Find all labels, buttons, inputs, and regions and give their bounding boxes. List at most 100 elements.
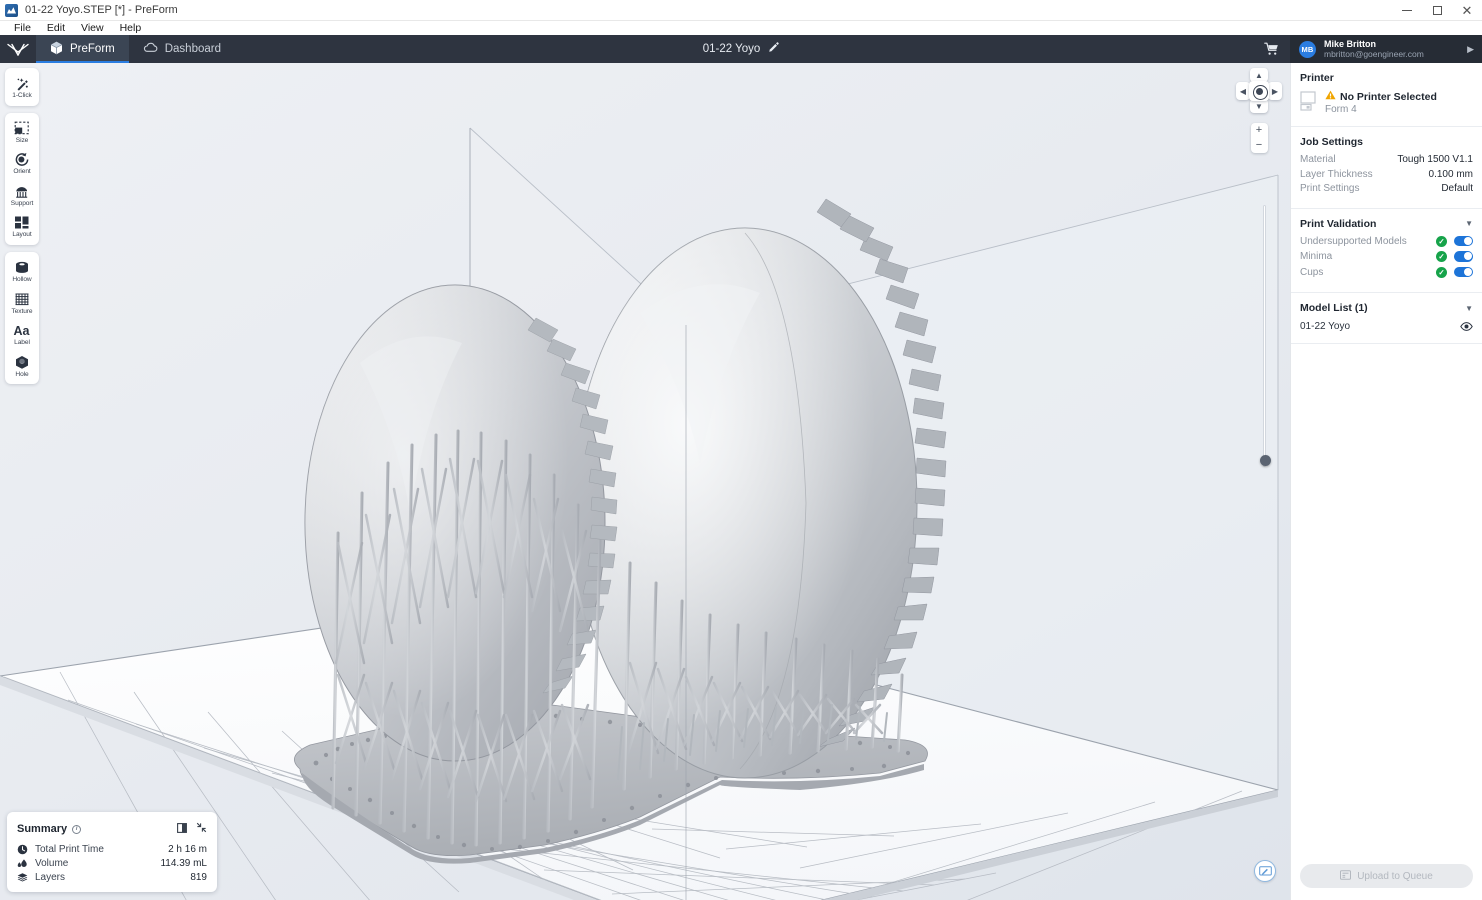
shopping-cart-icon[interactable]	[1252, 42, 1290, 56]
tool-orient-label: Orient	[13, 168, 31, 176]
job-setting-layer-thickness-key: Layer Thickness	[1300, 168, 1373, 180]
summary-value-volume: 114.39 mL	[160, 858, 207, 869]
printer-icon	[1300, 90, 1318, 116]
tool-orient[interactable]: Orient	[5, 147, 39, 179]
validation-minima-label: Minima	[1300, 251, 1333, 262]
document-title: 01-22 Yoyo	[702, 43, 761, 55]
tab-preform-label: PreForm	[70, 43, 115, 55]
build-scene	[0, 127, 1279, 900]
zoom-slider-handle[interactable]	[1259, 455, 1271, 466]
menu-bar: File Edit View Help	[0, 21, 1482, 35]
tool-hole[interactable]: Hole	[5, 350, 39, 382]
arrow-up-icon[interactable]: ▲	[1250, 68, 1268, 82]
job-settings-section: Job Settings Material Tough 1500 V1.1 La…	[1291, 127, 1482, 209]
printer-row[interactable]: No Printer Selected Form 4	[1300, 90, 1473, 116]
tool-group-2: Size Orient Support Layout	[5, 112, 39, 245]
layers-icon	[17, 872, 28, 883]
texture-mesh-icon	[14, 291, 30, 308]
tool-label[interactable]: Aa Label	[5, 318, 39, 350]
top-navigation-bar: PreForm Dashboard 01-22 Yoyo MB Mike Bri…	[0, 35, 1482, 63]
tool-texture-label: Texture	[11, 307, 33, 315]
tool-layout[interactable]: Layout	[5, 210, 39, 242]
orient-rotate-icon	[14, 151, 30, 168]
menu-file[interactable]: File	[6, 21, 39, 35]
collapse-icon[interactable]	[196, 820, 207, 838]
summary-row-print-time: Total Print Time 2 h 16 m	[17, 844, 207, 855]
zoom-in-button[interactable]: +	[1251, 123, 1268, 138]
tool-texture[interactable]: Texture	[5, 287, 39, 319]
support-structure-icon	[14, 183, 30, 200]
list-item[interactable]: 01-22 Yoyo	[1300, 320, 1473, 333]
minimize-button[interactable]	[1392, 0, 1422, 21]
tool-hole-label: Hole	[15, 370, 29, 378]
tool-group-3: Hollow Texture Aa Label Hole	[5, 251, 39, 385]
screenshot-icon[interactable]	[1254, 860, 1276, 882]
job-settings-heading: Job Settings	[1300, 136, 1364, 148]
formlabs-logo[interactable]	[0, 35, 36, 63]
tool-one-click[interactable]: 1-Click	[5, 71, 39, 103]
tool-hollow[interactable]: Hollow	[5, 255, 39, 287]
summary-label-print-time: Total Print Time	[35, 844, 104, 855]
window-controls: ✕	[1392, 0, 1482, 21]
job-setting-material-key: Material	[1300, 154, 1336, 165]
job-setting-print-settings-key: Print Settings	[1300, 183, 1360, 194]
summary-row-volume: Volume 114.39 mL	[17, 858, 207, 869]
resize-icon	[14, 120, 30, 137]
label-text-icon: Aa	[13, 322, 31, 339]
toggle-undersupported-models[interactable]	[1454, 235, 1473, 247]
arrow-down-icon[interactable]: ▼	[1250, 99, 1268, 113]
print-validation-title: Print Validation	[1300, 217, 1377, 230]
job-setting-material-value: Tough 1500 V1.1	[1397, 154, 1473, 165]
close-button[interactable]: ✕	[1452, 0, 1482, 21]
info-icon[interactable]: i	[72, 824, 82, 834]
summary-header: Summary i	[17, 820, 207, 838]
menu-edit[interactable]: Edit	[39, 21, 73, 35]
validation-minima: Minima ✓	[1300, 251, 1473, 262]
eye-icon[interactable]	[1460, 322, 1473, 331]
tool-support-label: Support	[10, 199, 34, 207]
tool-hollow-label: Hollow	[12, 275, 32, 283]
summary-panel: Summary i Total Print Time 2 h 16 m Volu…	[7, 812, 217, 892]
pencil-icon[interactable]	[768, 40, 779, 58]
zoom-out-button[interactable]: −	[1251, 138, 1268, 153]
job-setting-layer-thickness[interactable]: Layer Thickness 0.100 mm	[1300, 169, 1473, 180]
menu-help[interactable]: Help	[112, 21, 150, 35]
print-validation-heading: Print Validation ▼	[1300, 218, 1473, 230]
tool-support[interactable]: Support	[5, 179, 39, 211]
job-setting-material[interactable]: Material Tough 1500 V1.1	[1300, 154, 1473, 165]
validation-undersupported-models: Undersupported Models ✓	[1300, 235, 1473, 247]
printer-status: No Printer Selected	[1340, 90, 1437, 103]
tool-layout-label: Layout	[12, 231, 32, 239]
check-circle-icon: ✓	[1436, 251, 1447, 262]
tab-dashboard-label: Dashboard	[164, 43, 221, 55]
chevron-down-icon[interactable]: ▼	[1465, 219, 1473, 228]
zoom-slider-track[interactable]	[1263, 205, 1266, 467]
toggle-minima[interactable]	[1454, 251, 1473, 262]
tab-dashboard[interactable]: Dashboard	[129, 35, 235, 63]
model-list-title: Model List (1)	[1300, 302, 1368, 314]
validation-undersupported-models-label: Undersupported Models	[1300, 235, 1407, 247]
menu-view[interactable]: View	[73, 21, 112, 35]
split-view-icon[interactable]	[177, 820, 187, 838]
tab-preform[interactable]: PreForm	[36, 35, 129, 63]
upload-to-queue-button[interactable]: Upload to Queue	[1300, 864, 1473, 888]
maximize-button[interactable]	[1422, 0, 1452, 21]
toggle-cups[interactable]	[1454, 266, 1473, 278]
summary-label-layers: Layers	[35, 872, 66, 883]
warning-triangle-icon	[1325, 90, 1336, 103]
summary-title: Summary	[17, 823, 68, 835]
job-setting-print-settings[interactable]: Print Settings Default	[1300, 183, 1473, 194]
summary-row-layers: Layers 819	[17, 872, 207, 883]
model-list-item-name: 01-22 Yoyo	[1300, 321, 1351, 332]
3d-viewport[interactable]: 1-Click Size Orient Support Layout Hollo…	[0, 63, 1290, 900]
tool-size[interactable]: Size	[5, 116, 39, 148]
arrow-right-icon[interactable]: ▶	[1268, 82, 1282, 100]
cloud-icon	[143, 42, 158, 56]
magic-wand-icon	[14, 75, 30, 92]
upload-to-queue-label: Upload to Queue	[1357, 870, 1433, 882]
arrow-left-icon[interactable]: ◀	[1236, 82, 1250, 100]
center-view-icon[interactable]	[1249, 81, 1269, 101]
chevron-down-icon[interactable]: ▼	[1465, 304, 1473, 313]
hole-cube-icon	[14, 354, 30, 371]
account-menu[interactable]: MB Mike Britton mbritton@goengineer.com …	[1290, 35, 1482, 63]
